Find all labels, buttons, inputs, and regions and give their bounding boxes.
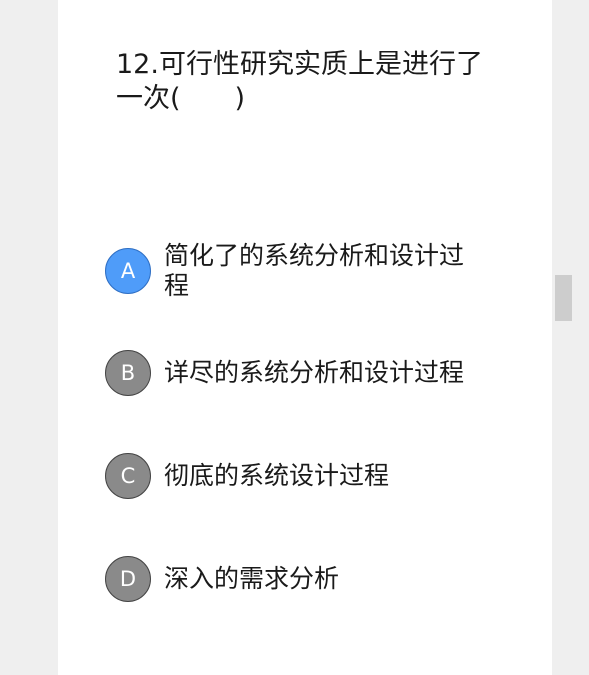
option-letter-badge: D [105, 556, 151, 602]
option-letter-badge: B [105, 350, 151, 396]
option-letter-badge: C [105, 453, 151, 499]
option-a[interactable]: A 简化了的系统分析和设计过程 [105, 241, 505, 301]
page: 12.可行性研究实质上是进行了一次( ) A 简化了的系统分析和设计过程 B 详… [0, 0, 589, 675]
option-c[interactable]: C 彻底的系统设计过程 [105, 453, 505, 499]
scrollbar-track[interactable] [555, 0, 572, 675]
option-b[interactable]: B 详尽的系统分析和设计过程 [105, 350, 505, 396]
option-text: 简化了的系统分析和设计过程 [164, 241, 465, 300]
question-card: 12.可行性研究实质上是进行了一次( ) A 简化了的系统分析和设计过程 B 详… [58, 0, 552, 675]
option-text: 深入的需求分析 [164, 564, 340, 593]
option-text: 详尽的系统分析和设计过程 [164, 358, 465, 387]
option-text: 彻底的系统设计过程 [164, 461, 390, 490]
question-text: 12.可行性研究实质上是进行了一次( ) [116, 49, 483, 114]
scrollbar-thumb[interactable] [555, 275, 572, 321]
option-d[interactable]: D 深入的需求分析 [105, 556, 505, 602]
option-letter-badge: A [105, 248, 151, 294]
